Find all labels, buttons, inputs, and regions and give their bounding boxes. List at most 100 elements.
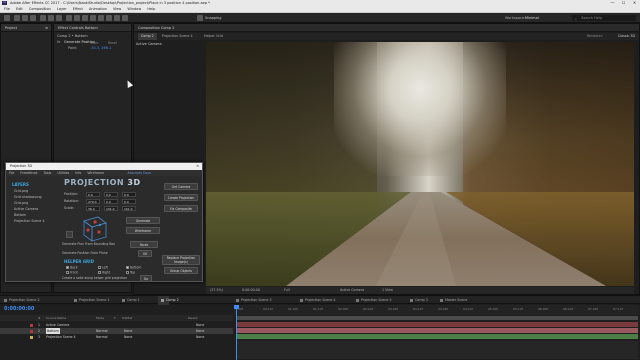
label-color-swatch[interactable] bbox=[30, 323, 33, 327]
timeline-panel[interactable]: 0:00:00:00 # Source Name Mode T TrkMat P… bbox=[0, 305, 640, 360]
wireframe-button[interactable]: Wireframe bbox=[126, 227, 160, 234]
layer-bar-projection-scene-4[interactable] bbox=[236, 334, 638, 339]
rotation-z-field[interactable]: 0.0 bbox=[122, 199, 136, 204]
layer-name[interactable]: Projection Scene 4 bbox=[46, 334, 76, 340]
pan-behind-tool-icon[interactable] bbox=[56, 15, 62, 21]
group-objects-button[interactable]: Group Objects bbox=[164, 267, 198, 274]
timeline-empty-area[interactable] bbox=[236, 341, 638, 359]
menu-composition[interactable]: Composition bbox=[29, 7, 51, 11]
position-x-field[interactable]: 0.0 bbox=[86, 192, 100, 197]
projection-3d-window[interactable]: Projection 3D ✕ File Predefined Tools Ut… bbox=[5, 162, 203, 282]
tab-projection-scene-1[interactable]: Projection Scene 1 bbox=[74, 296, 110, 305]
helper-right-checkbox[interactable]: Right bbox=[98, 271, 110, 275]
composition-header[interactable]: Composition Comp 2 bbox=[134, 24, 639, 32]
pen-tool-icon[interactable] bbox=[74, 15, 80, 21]
get-camera-button[interactable]: Get Camera bbox=[164, 183, 198, 190]
menu-effect[interactable]: Effect bbox=[73, 7, 83, 11]
layer-item[interactable]: Grid.png bbox=[14, 201, 28, 205]
p3d-menu-info[interactable]: Info bbox=[75, 171, 81, 175]
composition-panel[interactable]: Composition Comp 2 Comp 2 Projection Sce… bbox=[133, 23, 640, 295]
layer-bar-bottom[interactable] bbox=[236, 328, 638, 333]
layer-item[interactable]: Projection Scene 4 bbox=[14, 219, 45, 223]
generate-button[interactable]: Generate bbox=[126, 217, 160, 224]
view-layout-dropdown[interactable]: 1 View bbox=[382, 287, 393, 294]
create-projection-button[interactable]: Create Projection bbox=[164, 194, 198, 201]
layer-mode[interactable]: Normal bbox=[96, 334, 108, 340]
layer-item[interactable]: Bottom bbox=[14, 213, 26, 217]
tab-comp-2[interactable]: Comp 2 bbox=[138, 33, 157, 40]
replace-projection-button[interactable]: Replace Projection Image(s) bbox=[162, 255, 200, 265]
helper-back-checkbox[interactable]: Back bbox=[66, 266, 78, 270]
rotate-tool-icon[interactable] bbox=[40, 15, 46, 21]
tab-helper-grid[interactable]: Helper Grid bbox=[204, 33, 223, 40]
layer-trkmat[interactable]: None bbox=[124, 334, 132, 340]
rectangle-tool-icon[interactable] bbox=[66, 15, 72, 21]
renderer-value[interactable]: Classic 3D bbox=[618, 33, 635, 40]
label-color-swatch[interactable] bbox=[30, 335, 33, 339]
point-value[interactable]: -34.3, 266.1 bbox=[90, 46, 111, 51]
position-y-field[interactable]: 0.0 bbox=[104, 192, 118, 197]
docs-link[interactable]: Aescripts Docs bbox=[128, 170, 151, 176]
scale-x-field[interactable]: 36.0 bbox=[86, 206, 100, 211]
col-source-name[interactable]: Source Name bbox=[46, 315, 66, 321]
projection-3d-titlebar[interactable]: Projection 3D ✕ bbox=[6, 163, 202, 170]
roto-brush-icon[interactable] bbox=[114, 15, 120, 21]
clone-tool-icon[interactable] bbox=[98, 15, 104, 21]
zoom-tool-icon[interactable] bbox=[30, 15, 36, 21]
menu-layer[interactable]: Layer bbox=[57, 7, 67, 11]
layer-item[interactable]: Grid.png bbox=[14, 189, 28, 193]
hand-tool-icon[interactable] bbox=[22, 15, 28, 21]
position-z-field[interactable]: 0.0 bbox=[122, 192, 136, 197]
time-ruler[interactable]: 00f 00:12f 01:00f 01:12f 02:00f 02:12f 03:00f 0… bbox=[234, 305, 638, 315]
layer-item[interactable]: Active Camera bbox=[14, 207, 38, 211]
project-panel-header[interactable]: Project ≡ bbox=[1, 24, 51, 32]
tab-master-scene[interactable]: Master Scene bbox=[440, 296, 467, 305]
layer-bar-active-camera[interactable] bbox=[236, 322, 638, 327]
scale-z-field[interactable]: 101.0 bbox=[122, 206, 136, 211]
helper-front-checkbox[interactable]: Front bbox=[66, 271, 78, 275]
home-icon[interactable] bbox=[4, 15, 10, 21]
timeline-row[interactable]: 3 Projection Scene 4 Normal None None bbox=[0, 334, 233, 340]
menu-view[interactable]: View bbox=[113, 7, 121, 11]
view-dropdown[interactable]: Active Camera bbox=[340, 287, 364, 294]
rotation-y-field[interactable]: 0.0 bbox=[104, 199, 118, 204]
tab-comp-1[interactable]: Comp 1 bbox=[122, 296, 140, 305]
p3d-menu-wireframe[interactable]: Wireframe bbox=[87, 171, 104, 175]
tab-projection-scene-4[interactable]: Projection Scene 4 bbox=[300, 296, 336, 305]
column-reset[interactable]: Reset bbox=[108, 41, 117, 45]
p3d-menu-utilities[interactable]: Utilities bbox=[57, 171, 69, 175]
resolution-dropdown[interactable]: Full bbox=[284, 287, 290, 294]
menu-edit[interactable]: Edit bbox=[16, 7, 23, 11]
camera-tool-icon[interactable] bbox=[48, 15, 54, 21]
tab-comp-2[interactable]: Comp 2 bbox=[158, 296, 179, 305]
ok-button[interactable]: OK bbox=[138, 250, 152, 257]
work-area-bar[interactable] bbox=[236, 316, 638, 320]
menu-file[interactable]: File bbox=[4, 7, 10, 11]
label-color-swatch[interactable] bbox=[30, 329, 33, 333]
tab-comp-3[interactable]: Comp 3 bbox=[410, 296, 428, 305]
fix-composite-button[interactable]: Fix Composite bbox=[164, 205, 198, 212]
effect-fx-badge[interactable]: fx bbox=[57, 40, 60, 45]
rotation-x-field[interactable]: 270.0 bbox=[86, 199, 100, 204]
cube-face-selector[interactable] bbox=[78, 213, 110, 243]
eraser-tool-icon[interactable] bbox=[106, 15, 112, 21]
tab-projection-scene-4[interactable]: Projection Scene 4 bbox=[162, 33, 193, 40]
p3d-menu-file[interactable]: File bbox=[9, 171, 14, 175]
p3d-menu-predefined[interactable]: Predefined bbox=[20, 171, 37, 175]
faces-dropdown[interactable]: Faces bbox=[130, 241, 158, 248]
current-time-display[interactable]: 0:00:00:00 bbox=[242, 287, 260, 294]
composition-viewer[interactable] bbox=[206, 42, 634, 286]
helper-bottom-checkbox[interactable]: Bottom bbox=[126, 266, 141, 270]
go-button[interactable]: Go bbox=[140, 275, 152, 282]
selection-tool-icon[interactable] bbox=[14, 15, 20, 21]
helper-left-checkbox[interactable]: Left bbox=[98, 266, 108, 270]
puppet-tool-icon[interactable] bbox=[122, 15, 128, 21]
zoom-level[interactable]: (37.5%) bbox=[210, 287, 223, 294]
workspace-dropdown[interactable]: Minimal bbox=[525, 15, 563, 21]
tab-projection-scene-3[interactable]: Projection Scene 3 bbox=[236, 296, 272, 305]
menu-window[interactable]: Window bbox=[127, 7, 141, 11]
layer-item[interactable]: Grid shadow.png bbox=[14, 195, 42, 199]
p3d-menu-tools[interactable]: Tools bbox=[43, 171, 51, 175]
layer-parent[interactable]: None bbox=[196, 334, 204, 340]
playhead[interactable] bbox=[234, 305, 239, 360]
